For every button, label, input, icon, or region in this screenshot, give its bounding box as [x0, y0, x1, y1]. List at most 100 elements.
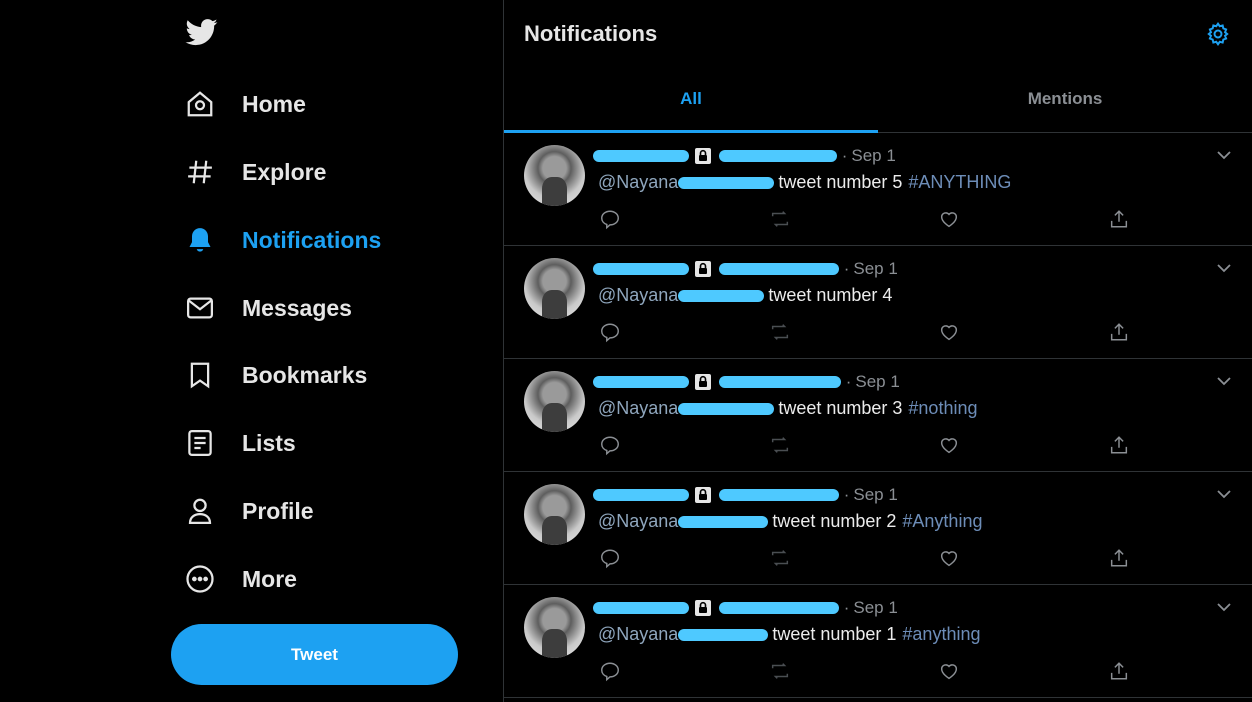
- tab-all[interactable]: All: [504, 68, 878, 133]
- avatar[interactable]: [524, 258, 585, 319]
- nav-home[interactable]: Home: [184, 82, 306, 126]
- avatar[interactable]: [524, 484, 585, 545]
- tweet-hashtag[interactable]: #Anything: [902, 511, 982, 532]
- tweet-mention[interactable]: @Nayana: [598, 398, 678, 419]
- chevron-down-icon[interactable]: [1214, 258, 1234, 278]
- tweet-text: @Nayana tweet number 2 #Anything: [598, 511, 982, 532]
- tweet-actions: [598, 546, 1128, 570]
- redacted-handle: [719, 376, 841, 388]
- like-heart-icon[interactable]: [937, 433, 961, 457]
- tweet-mention[interactable]: @Nayana: [598, 624, 678, 645]
- nav-more[interactable]: More: [184, 557, 297, 601]
- tweet-meta: · Sep 1: [593, 484, 898, 506]
- nav-lists[interactable]: Lists: [184, 421, 296, 465]
- notification-item[interactable]: · Sep 1 @Nayana tweet number 4: [504, 246, 1252, 359]
- list-icon: [184, 427, 216, 459]
- person-icon: [184, 495, 216, 527]
- nav-bookmarks[interactable]: Bookmarks: [184, 353, 367, 397]
- more-circle-icon: [184, 563, 216, 595]
- tweet-date: Sep 1: [853, 485, 898, 504]
- like-heart-icon[interactable]: [937, 546, 961, 570]
- tab-mentions[interactable]: Mentions: [878, 68, 1252, 132]
- notification-item[interactable]: · Sep 1 @Nayana tweet number 3 #nothing: [504, 359, 1252, 472]
- reply-icon[interactable]: [598, 433, 622, 457]
- redacted-display-name: [593, 150, 689, 162]
- tweet-body: tweet number 4: [768, 285, 893, 305]
- separator-dot: ·: [837, 146, 848, 165]
- nav-bookmarks-label: Bookmarks: [242, 361, 368, 388]
- redacted-handle: [719, 489, 839, 501]
- share-icon[interactable]: [1107, 320, 1131, 344]
- chevron-down-icon[interactable]: [1214, 371, 1234, 391]
- share-icon[interactable]: [1107, 546, 1131, 570]
- chevron-down-icon[interactable]: [1214, 484, 1234, 504]
- share-icon[interactable]: [1107, 659, 1131, 683]
- nav-lists-label: Lists: [242, 429, 296, 456]
- tweet-meta: · Sep 1: [593, 258, 898, 280]
- nav-messages-label: Messages: [242, 294, 352, 321]
- nav-explore[interactable]: Explore: [184, 150, 326, 194]
- share-icon[interactable]: [1107, 433, 1131, 457]
- nav-more-label: More: [242, 565, 297, 592]
- avatar[interactable]: [524, 145, 585, 206]
- notification-item[interactable]: · Sep 1 @Nayana tweet number 5 #ANYTHING: [504, 133, 1252, 246]
- reply-icon[interactable]: [598, 320, 622, 344]
- lock-icon: [693, 598, 713, 618]
- redacted-display-name: [593, 376, 689, 388]
- like-heart-icon[interactable]: [937, 659, 961, 683]
- nav-profile[interactable]: Profile: [184, 489, 314, 533]
- nav-notifications[interactable]: Notifications: [184, 218, 381, 262]
- redacted-handle: [719, 263, 839, 275]
- tweet-hashtag[interactable]: #nothing: [908, 398, 977, 419]
- tweet-mention[interactable]: @Nayana: [598, 172, 678, 193]
- nav-explore-label: Explore: [242, 158, 327, 185]
- tweet-hashtag[interactable]: #ANYTHING: [908, 172, 1011, 193]
- tweet-hashtag[interactable]: #anything: [902, 624, 980, 645]
- separator-dot: ·: [841, 372, 852, 391]
- nav-home-label: Home: [242, 90, 306, 117]
- settings-gear-icon[interactable]: [1204, 20, 1232, 48]
- like-heart-icon[interactable]: [937, 320, 961, 344]
- tweet-text: @Nayana tweet number 4: [598, 285, 898, 306]
- notification-item[interactable]: · Sep 1 @Nayana tweet number 2 #Anything: [504, 472, 1252, 585]
- home-icon: [184, 88, 216, 120]
- avatar[interactable]: [524, 371, 585, 432]
- tweet-text: @Nayana tweet number 3 #nothing: [598, 398, 977, 419]
- separator-dot: ·: [839, 259, 850, 278]
- redacted-display-name: [593, 489, 689, 501]
- tweet-mention[interactable]: @Nayana: [598, 511, 678, 532]
- tweet-body: tweet number 1: [772, 624, 897, 644]
- twitter-bird-icon[interactable]: [184, 16, 220, 48]
- nav-profile-label: Profile: [242, 497, 314, 524]
- tweet-mention[interactable]: @Nayana: [598, 285, 678, 306]
- tweet-button[interactable]: Tweet: [171, 624, 458, 685]
- tweet-date: Sep 1: [855, 372, 900, 391]
- separator-dot: ·: [839, 485, 850, 504]
- reply-icon[interactable]: [598, 546, 622, 570]
- bell-icon: [184, 224, 216, 256]
- tweet-date: Sep 1: [853, 259, 898, 278]
- tweet-date: Sep 1: [853, 598, 898, 617]
- retweet-icon: [768, 433, 792, 457]
- tweet-text: @Nayana tweet number 5 #ANYTHING: [598, 172, 1011, 193]
- column-header: Notifications: [504, 0, 1252, 68]
- avatar[interactable]: [524, 597, 585, 658]
- tab-bar: All Mentions: [504, 68, 1252, 133]
- redacted-display-name: [593, 263, 689, 275]
- reply-icon[interactable]: [598, 207, 622, 231]
- like-heart-icon[interactable]: [937, 207, 961, 231]
- tweet-actions: [598, 433, 1128, 457]
- share-icon[interactable]: [1107, 207, 1131, 231]
- lock-icon: [693, 372, 713, 392]
- chevron-down-icon[interactable]: [1214, 145, 1234, 165]
- reply-icon[interactable]: [598, 659, 622, 683]
- notification-item[interactable]: · Sep 1 @Nayana tweet number 1 #anything: [504, 585, 1252, 698]
- tweet-actions: [598, 659, 1128, 683]
- notification-list: · Sep 1 @Nayana tweet number 5 #ANYTHING: [504, 133, 1252, 698]
- tweet-text: @Nayana tweet number 1 #anything: [598, 624, 980, 645]
- redacted-mention-suffix: [678, 176, 775, 189]
- retweet-icon: [768, 546, 792, 570]
- nav-messages[interactable]: Messages: [184, 286, 352, 330]
- chevron-down-icon[interactable]: [1214, 597, 1234, 617]
- tweet-actions: [598, 320, 1128, 344]
